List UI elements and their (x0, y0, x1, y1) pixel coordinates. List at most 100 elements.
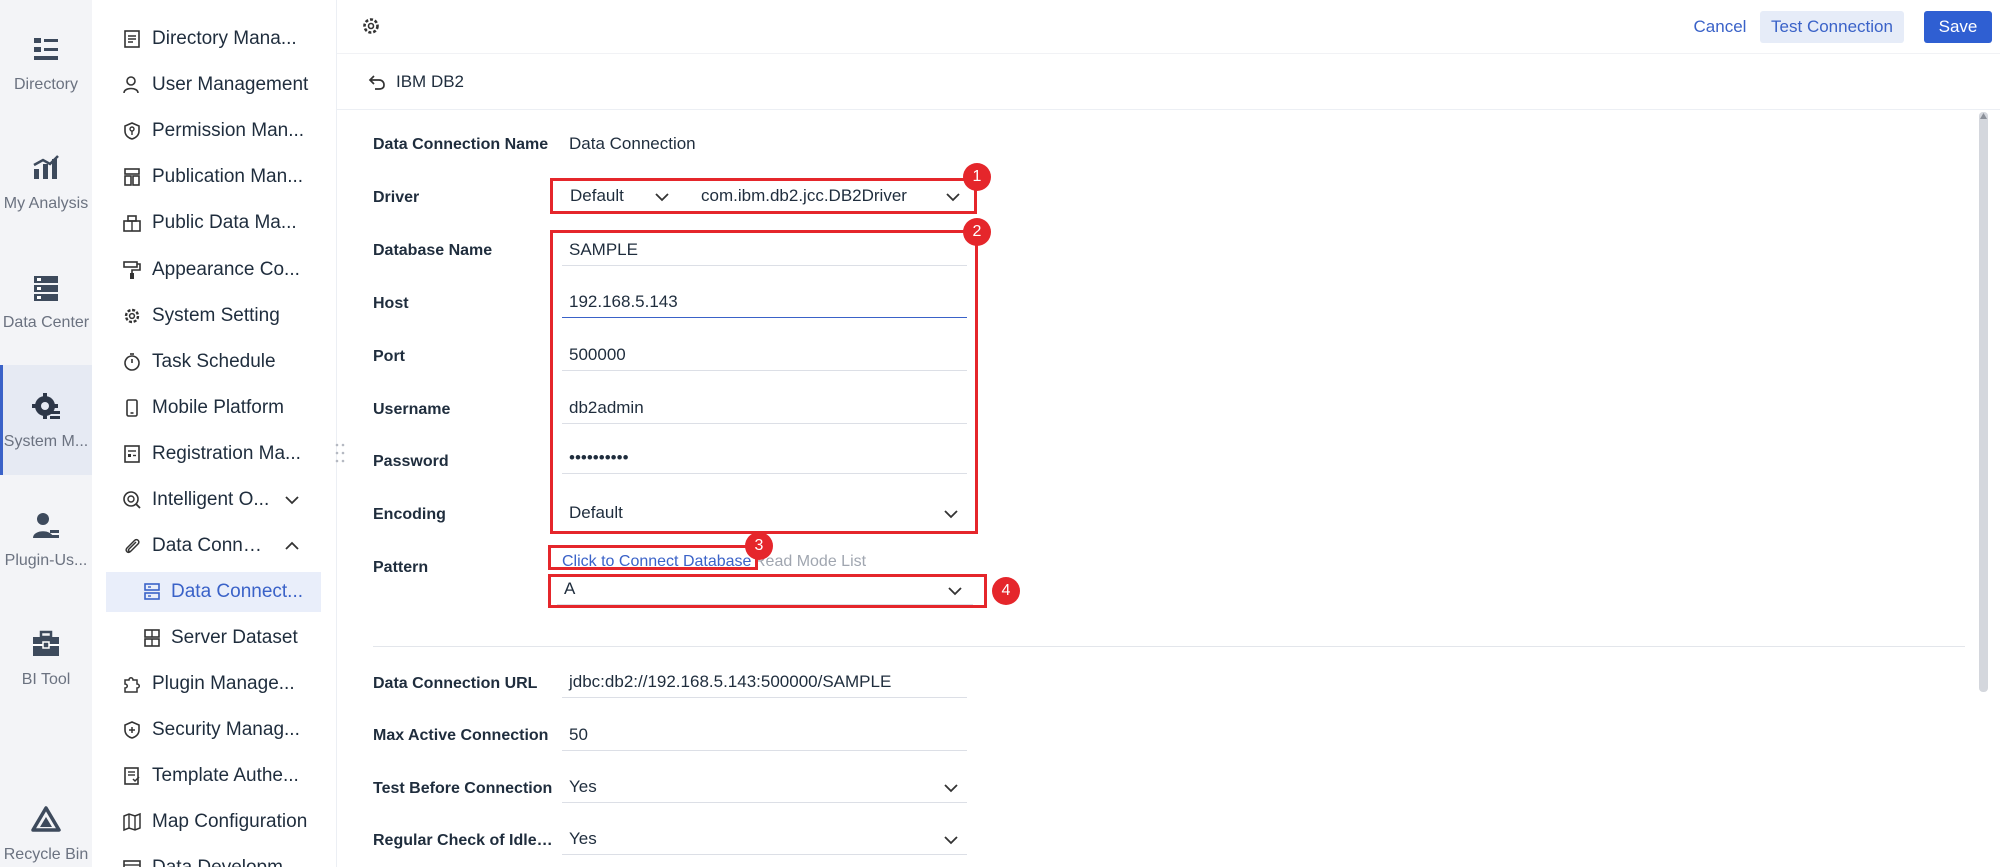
sidebar-item-label: Server Dataset (171, 627, 298, 648)
annotation-box-pattern (548, 574, 987, 608)
map-icon (123, 812, 141, 832)
sidebar-item-label: Security Manag... (152, 719, 300, 740)
chevron-down-icon (944, 836, 958, 845)
gear-icon (124, 308, 140, 324)
database-connection-icon (144, 583, 160, 600)
regular-check-select[interactable]: Yes (562, 825, 967, 855)
connection-name-value: Data Connection (569, 134, 696, 153)
puzzle-icon (124, 677, 140, 693)
url-input[interactable]: jdbc:db2://192.168.5.143:500000/SAMPLE (562, 668, 967, 698)
vertical-scrollbar[interactable] (1979, 112, 1988, 692)
test-before-label: Test Before Connection (373, 780, 553, 797)
settings-gear-icon[interactable] (361, 16, 381, 36)
template-icon (124, 767, 140, 785)
page-title: IBM DB2 (396, 72, 465, 91)
sidebar-item-mobile-platform[interactable]: Mobile Platform (92, 388, 336, 428)
sidebar-item-label: Publication Man... (152, 166, 304, 187)
data-development-icon (123, 860, 141, 867)
sidebar-item-user-management[interactable]: User Management (92, 65, 336, 105)
sidebar-item-label: Template Authe... (152, 765, 299, 786)
rail-item-directory[interactable]: Directory (0, 8, 92, 118)
sidebar-item-label: Permission Man... (152, 120, 305, 141)
sidebar-item-system-setting[interactable]: System Setting (92, 296, 336, 336)
encoding-label: Encoding (373, 506, 446, 523)
sidebar-item-task-schedule[interactable]: Task Schedule (92, 342, 336, 382)
icon-rail: Directory My Analysis Data Center System… (0, 0, 92, 867)
regular-check-value: Yes (569, 829, 597, 848)
port-label: Port (373, 348, 405, 365)
pattern-label: Pattern (373, 559, 429, 576)
rail-label: Directory (13, 76, 78, 93)
sidebar-item-permission-management[interactable]: Permission Man... (92, 111, 336, 151)
rail-item-bi-tool[interactable]: BI Tool (0, 603, 92, 713)
sidebar-item-label: Task Schedule (152, 351, 276, 372)
annotation-box-connection-settings (550, 230, 978, 534)
sidebar-item-map-configuration[interactable]: Map Configuration (92, 802, 336, 842)
rail-item-system-management[interactable]: System M... (0, 365, 92, 475)
sidebar-item-label: Public Data Ma... (152, 212, 297, 233)
section-divider (373, 646, 1965, 647)
sidebar-item-publication-management[interactable]: Publication Man... (92, 157, 336, 197)
resize-handle-icon[interactable] (334, 442, 346, 464)
annotation-badge: 2 (963, 218, 991, 246)
cube-icon (123, 215, 141, 232)
sidebar-item-data-connection[interactable]: Data Connect... (106, 572, 321, 612)
max-active-input[interactable]: 50 (562, 721, 967, 751)
sidebar-item-label: System Setting (152, 305, 280, 326)
test-before-value: Yes (569, 777, 597, 796)
sidebar-item-public-data-management[interactable]: Public Data Ma... (92, 203, 336, 243)
sidebar-item-template-authentication[interactable]: Template Authe... (92, 756, 336, 796)
sidebar-item-label: Appearance Co... (152, 259, 300, 280)
toolbox-icon (33, 630, 59, 656)
sidebar-item-data-development[interactable]: Data Developm... (92, 848, 336, 867)
data-center-icon (34, 276, 58, 301)
read-mode-list-hint: Read Mode List (754, 553, 867, 570)
sidebar-item-directory-management[interactable]: Directory Mana... (92, 19, 336, 59)
max-active-value: 50 (569, 725, 588, 744)
rail-item-data-center[interactable]: Data Center (0, 246, 92, 356)
annotation-badge: 3 (745, 532, 773, 560)
rail-item-plugin-user[interactable]: Plugin-Us... (0, 484, 92, 594)
password-label: Password (373, 453, 449, 470)
rail-label: My Analysis (3, 195, 89, 212)
regular-check-label: Regular Check of Idle ... (373, 832, 553, 849)
paint-roller-icon (123, 261, 141, 279)
sidebar-item-server-dataset[interactable]: Server Dataset (92, 618, 336, 658)
url-label: Data Connection URL (373, 675, 538, 692)
host-label: Host (373, 295, 409, 312)
sidebar-item-label: Data Developm... (152, 857, 322, 867)
sidebar-item-label: Mobile Platform (152, 397, 284, 418)
connection-name-field[interactable]: Data Connection (562, 130, 967, 160)
chevron-down-icon (944, 784, 958, 793)
breadcrumb: IBM DB2 (337, 58, 2000, 110)
chevron-up-icon (285, 541, 299, 550)
stopwatch-icon (124, 353, 140, 371)
sidebar-item-label: User Management (152, 74, 309, 95)
registration-icon (124, 445, 140, 463)
save-button[interactable]: Save (1924, 11, 1992, 43)
sidebar: Directory Mana... User Management Permis… (92, 0, 337, 867)
rail-label: BI Tool (21, 671, 71, 688)
sidebar-item-registration-management[interactable]: Registration Ma... (92, 434, 336, 474)
rail-item-recycle-bin[interactable]: Recycle Bin (0, 778, 92, 867)
sidebar-item-label: Data Connect... (171, 581, 304, 602)
sidebar-item-intelligent-operations[interactable]: Intelligent O... (92, 480, 336, 520)
sidebar-item-data-connection-group[interactable]: Data Connec... (92, 526, 336, 566)
test-connection-button[interactable]: Test Connection (1760, 11, 1904, 43)
back-arrow-icon[interactable] (367, 72, 387, 92)
test-before-select[interactable]: Yes (562, 773, 967, 803)
username-label: Username (373, 401, 451, 418)
scroll-up-arrow-icon[interactable] (1979, 112, 1988, 121)
annotation-badge: 4 (992, 577, 1020, 605)
top-toolbar: Cancel Test Connection Save (337, 0, 2000, 54)
cancel-button[interactable]: Cancel (1684, 12, 1756, 42)
sidebar-item-plugin-management[interactable]: Plugin Manage... (92, 664, 336, 704)
connection-name-label: Data Connection Name (373, 136, 549, 153)
driver-label: Driver (373, 189, 420, 206)
directory-icon (34, 38, 58, 60)
sidebar-item-appearance-configuration[interactable]: Appearance Co... (92, 250, 336, 290)
sidebar-item-security-management[interactable]: Security Manag... (92, 710, 336, 750)
rail-label: Data Center (2, 314, 90, 331)
rail-item-my-analysis[interactable]: My Analysis (0, 127, 92, 237)
paperclip-icon (125, 538, 140, 554)
